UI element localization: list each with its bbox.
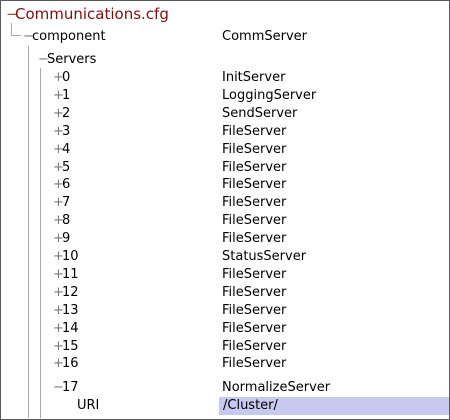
server-item[interactable]: +9	[53, 230, 70, 248]
server-item[interactable]: −17	[53, 379, 79, 397]
server-value[interactable]: LoggingServer	[222, 87, 316, 105]
server-index: 13	[62, 303, 79, 318]
server-item[interactable]: +5	[53, 159, 70, 177]
server-value[interactable]: FileServer	[222, 320, 286, 338]
tree-node-component[interactable]: −component	[23, 28, 106, 46]
config-tree-panel: −Communications.cfg −component CommServe…	[0, 0, 450, 420]
expand-icon[interactable]: +	[53, 284, 64, 302]
expand-icon[interactable]: +	[53, 212, 64, 230]
tree-root-node[interactable]: −Communications.cfg	[6, 5, 169, 23]
expand-icon[interactable]: +	[53, 159, 64, 177]
expand-icon[interactable]: +	[53, 266, 64, 284]
collapse-icon[interactable]: −	[38, 51, 49, 69]
server-index: 8	[62, 213, 71, 228]
server-value[interactable]: FileServer	[222, 194, 286, 212]
server-index: 7	[62, 195, 71, 210]
uri-value-field[interactable]: /Cluster/	[219, 397, 449, 415]
collapse-icon[interactable]: −	[53, 379, 64, 397]
server-index: 4	[62, 142, 71, 157]
server-item[interactable]: +8	[53, 212, 70, 230]
expand-icon[interactable]: +	[53, 355, 64, 373]
server-index: 3	[62, 124, 71, 139]
server-index: 1	[62, 88, 71, 103]
tree-node-uri[interactable]: URI	[77, 397, 99, 415]
server-item[interactable]: +10	[53, 248, 79, 266]
component-label: component	[32, 29, 106, 44]
tree-guide-servers	[40, 68, 41, 418]
server-index: 2	[62, 106, 71, 121]
expand-icon[interactable]: +	[53, 87, 64, 105]
component-value[interactable]: CommServer	[222, 28, 307, 46]
server-item[interactable]: +2	[53, 105, 70, 123]
tree-guide-root	[11, 23, 12, 35]
expand-icon[interactable]: +	[53, 141, 64, 159]
server-item[interactable]: +6	[53, 176, 70, 194]
server-item[interactable]: +1	[53, 87, 70, 105]
expand-icon[interactable]: +	[53, 123, 64, 141]
server-value[interactable]: FileServer	[222, 355, 286, 373]
server-item[interactable]: +15	[53, 338, 79, 356]
server-item[interactable]: +4	[53, 141, 70, 159]
server-item[interactable]: +12	[53, 284, 79, 302]
tree-node-servers[interactable]: −Servers	[38, 51, 96, 69]
server-item[interactable]: +0	[53, 69, 70, 87]
server-value[interactable]: InitServer	[222, 69, 285, 87]
server-value[interactable]: StatusServer	[222, 248, 306, 266]
server-value[interactable]: SendServer	[222, 105, 297, 123]
expand-icon[interactable]: +	[53, 302, 64, 320]
server-value[interactable]: FileServer	[222, 212, 286, 230]
expand-icon[interactable]: +	[53, 105, 64, 123]
server-index: 11	[62, 267, 79, 282]
server-value[interactable]: FileServer	[222, 141, 286, 159]
server-value[interactable]: FileServer	[222, 176, 286, 194]
server-value[interactable]: FileServer	[222, 159, 286, 177]
expand-icon[interactable]: +	[53, 248, 64, 266]
server-value[interactable]: FileServer	[222, 230, 286, 248]
server-index: 0	[62, 70, 71, 85]
uri-label: URI	[77, 398, 100, 413]
server-index: 12	[62, 285, 79, 300]
tree-guide-component	[28, 46, 29, 418]
server-index: 15	[62, 339, 79, 354]
expand-icon[interactable]: +	[53, 69, 64, 87]
expand-icon[interactable]: +	[53, 320, 64, 338]
server-value[interactable]: FileServer	[222, 284, 286, 302]
collapse-icon[interactable]: −	[23, 28, 34, 46]
server-index: 16	[62, 356, 79, 371]
server-index: 6	[62, 177, 71, 192]
server-item[interactable]: +3	[53, 123, 70, 141]
server-item[interactable]: +13	[53, 302, 79, 320]
server-item[interactable]: +16	[53, 355, 79, 373]
expand-icon[interactable]: +	[53, 338, 64, 356]
server-index: 17	[62, 380, 79, 395]
root-label: Communications.cfg	[15, 5, 169, 23]
expand-icon[interactable]: +	[53, 194, 64, 212]
servers-label: Servers	[47, 52, 97, 67]
server-value[interactable]: NormalizeServer	[222, 379, 330, 397]
collapse-icon[interactable]: −	[6, 5, 19, 23]
server-index: 5	[62, 160, 71, 175]
expand-icon[interactable]: +	[53, 230, 64, 248]
server-item[interactable]: +11	[53, 266, 79, 284]
server-value[interactable]: FileServer	[222, 266, 286, 284]
server-index: 14	[62, 321, 79, 336]
server-value[interactable]: FileServer	[222, 338, 286, 356]
server-item[interactable]: +14	[53, 320, 79, 338]
expand-icon[interactable]: +	[53, 176, 64, 194]
server-index: 10	[62, 249, 79, 264]
server-value[interactable]: FileServer	[222, 123, 286, 141]
server-index: 9	[62, 231, 71, 246]
tree-guide-root-h	[11, 35, 21, 36]
server-value[interactable]: FileServer	[222, 302, 286, 320]
server-item[interactable]: +7	[53, 194, 70, 212]
